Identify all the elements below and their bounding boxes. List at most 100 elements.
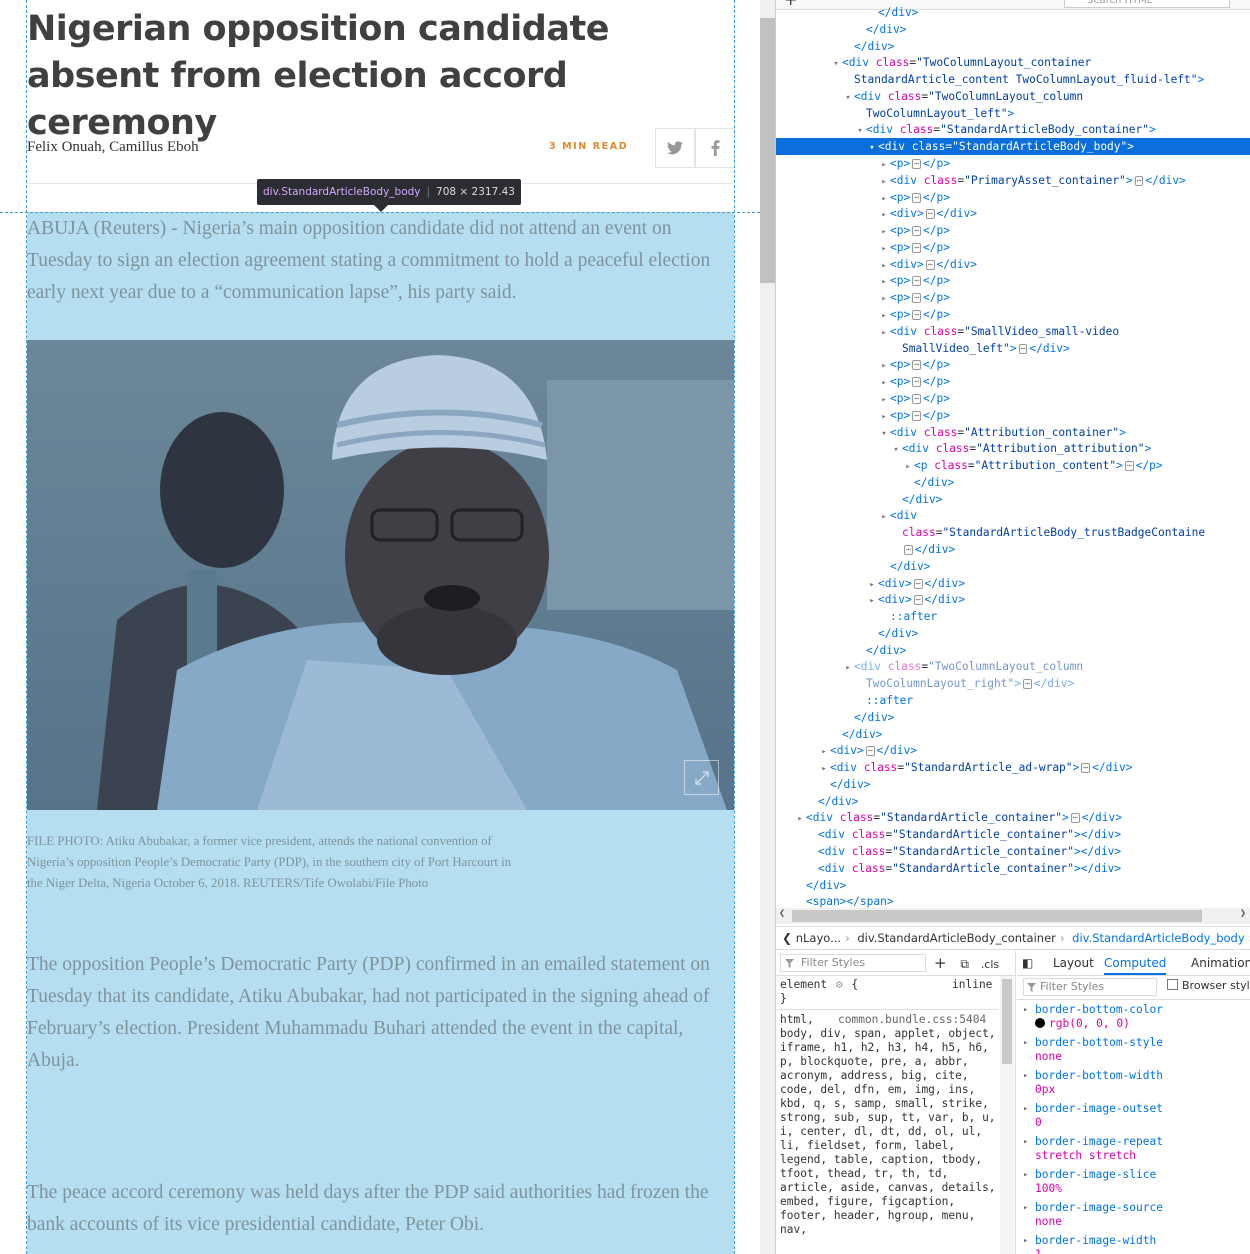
markup-node[interactable]: TwoColumnLayout_right"> ⋯ </div> xyxy=(776,675,1250,692)
expand-twisty-icon[interactable]: ▸ xyxy=(1023,1170,1028,1180)
markup-node-text: <div class="StandardArticle_ad-wrap"> ⋯ </… xyxy=(830,761,1133,775)
toggle-pseudo-class-icon[interactable]: ⧉ xyxy=(960,957,969,971)
tab-animations[interactable]: Animations xyxy=(1191,951,1250,975)
markup-node[interactable]: ▸ <div class="PrimaryAsset_container"> ⋯ </… xyxy=(776,172,1250,189)
markup-node[interactable]: ▸ <div class="StandardArticle_ad-wrap"> ⋯ <… xyxy=(776,759,1250,776)
markup-node[interactable]: </div> xyxy=(776,491,1250,508)
markup-node[interactable]: ▸ <div> ⋯ </div> xyxy=(776,742,1250,759)
markup-node[interactable]: ▾ <div class="StandardArticleBody_contain… xyxy=(776,121,1250,138)
markup-node[interactable]: ::after xyxy=(776,608,1250,625)
markup-node[interactable]: ▸ <p> ⋯ </p> xyxy=(776,272,1250,289)
add-rule-icon[interactable]: + xyxy=(934,954,947,972)
markup-node[interactable]: </div> xyxy=(776,726,1250,743)
tab-computed[interactable]: Computed xyxy=(1104,951,1167,975)
markup-node[interactable]: ▸ <div> ⋯ </div> xyxy=(776,205,1250,222)
article-photo[interactable] xyxy=(27,340,734,810)
rule-source-link[interactable]: common.bundle.css:5404 xyxy=(838,1013,986,1027)
markup-node[interactable]: ::after xyxy=(776,692,1250,709)
markup-node[interactable]: </div> xyxy=(776,793,1250,810)
photo-image xyxy=(27,340,734,810)
markup-node[interactable]: </div> xyxy=(776,38,1250,55)
markup-node[interactable]: </div> xyxy=(776,558,1250,575)
rules-scrollbar-thumb[interactable] xyxy=(1002,979,1012,1064)
expand-photo-button[interactable] xyxy=(684,760,719,795)
markup-node[interactable]: </div> xyxy=(776,642,1250,659)
tooltip-size: 708 × 2317.43 xyxy=(436,186,515,198)
breadcrumb-back-icon[interactable]: ❮ xyxy=(782,931,792,945)
markup-node[interactable]: </div> xyxy=(776,21,1250,38)
expand-twisty-icon[interactable]: ▸ xyxy=(1023,1104,1028,1114)
scroll-left-icon[interactable]: ❮ xyxy=(779,908,785,919)
markup-node[interactable]: </div> xyxy=(776,877,1250,894)
markup-node[interactable]: </div> xyxy=(776,625,1250,642)
markup-node[interactable]: ▸ <p class="Attribution_content"> ⋯ </p> xyxy=(776,457,1250,474)
markup-node[interactable]: ⋯ </div> xyxy=(776,541,1250,558)
computed-property-name[interactable]: border-image-source xyxy=(1035,1201,1163,1215)
markup-node[interactable]: ▸ <p> ⋯ </p> xyxy=(776,356,1250,373)
scroll-right-icon[interactable]: ❯ xyxy=(1240,908,1246,919)
markup-node[interactable]: </div> xyxy=(776,474,1250,491)
markup-node[interactable]: ▸ <p> ⋯ </p> xyxy=(776,407,1250,424)
expand-twisty-icon[interactable]: ▸ xyxy=(1023,1071,1028,1081)
markup-node[interactable]: ▸ <div> ⋯ </div> xyxy=(776,256,1250,273)
markup-node[interactable]: </div> xyxy=(776,776,1250,793)
cls-toggle-button[interactable]: .cls xyxy=(981,958,999,971)
markup-node[interactable]: ▾ <div class="Attribution_attribution"> xyxy=(776,440,1250,457)
computed-property-name[interactable]: border-image-repeat xyxy=(1035,1135,1163,1149)
markup-node[interactable]: ▸ <p> ⋯ </p> xyxy=(776,306,1250,323)
breadcrumb-item[interactable]: div.StandardArticleBody_container xyxy=(857,931,1056,945)
markup-node[interactable]: ▸ <p> ⋯ </p> xyxy=(776,222,1250,239)
computed-property-name[interactable]: border-image-slice xyxy=(1035,1168,1156,1182)
computed-property-name[interactable]: border-bottom-width xyxy=(1035,1069,1163,1083)
checkbox-box[interactable] xyxy=(1167,979,1178,990)
markup-node[interactable]: StandardArticle_content TwoColumnLayout_… xyxy=(776,71,1250,88)
markup-node[interactable]: ▾ <div class="TwoColumnLayout_column xyxy=(776,88,1250,105)
markup-node[interactable]: ▸ <div> ⋯ </div> xyxy=(776,591,1250,608)
markup-node[interactable]: <div class="StandardArticle_container"><… xyxy=(776,860,1250,877)
browser-styles-checkbox[interactable]: Browser styles xyxy=(1167,979,1250,992)
markup-node[interactable]: ▸ <div class="TwoColumnLayout_column xyxy=(776,658,1250,675)
twitter-share-button[interactable] xyxy=(655,128,695,168)
markup-node[interactable]: ▸ <p> ⋯ </p> xyxy=(776,239,1250,256)
markup-node[interactable]: class="StandardArticleBody_trustBadgeCon… xyxy=(776,524,1250,541)
tab-layout[interactable]: Layout xyxy=(1053,951,1094,975)
markup-node[interactable]: ▾ <div class="Attribution_container"> xyxy=(776,424,1250,441)
markup-node[interactable]: ▸ <p> ⋯ </p> xyxy=(776,189,1250,206)
markup-node[interactable]: ▸ <div> ⋯ </div> xyxy=(776,575,1250,592)
markup-node[interactable]: TwoColumnLayout_left"> xyxy=(776,105,1250,122)
markup-node[interactable]: ▾ <div class="TwoColumnLayout_container xyxy=(776,54,1250,71)
markup-node[interactable]: ▸ <div class="StandardArticle_container">… xyxy=(776,809,1250,826)
markup-node[interactable]: SmallVideo_left"> ⋯ </div> xyxy=(776,340,1250,357)
computed-property-name[interactable]: border-image-outset xyxy=(1035,1102,1163,1116)
markup-node[interactable]: ▸ <p> ⋯ </p> xyxy=(776,289,1250,306)
expand-twisty-icon[interactable]: ▸ xyxy=(1023,1236,1028,1246)
markup-node[interactable]: ▸ <p> ⋯ </p> xyxy=(776,390,1250,407)
expand-twisty-icon[interactable]: ▸ xyxy=(1023,1137,1028,1147)
markup-node[interactable]: ▸ <div class="SmallVideo_small-video xyxy=(776,323,1250,340)
facebook-share-button[interactable] xyxy=(695,128,735,168)
computed-filter-input[interactable]: Filter Styles xyxy=(1023,978,1157,996)
expand-twisty-icon[interactable]: ▸ xyxy=(1023,1038,1028,1048)
breadcrumb-item-active[interactable]: div.StandardArticleBody_body xyxy=(1072,931,1245,945)
markup-node[interactable]: <div class="StandardArticle_container"><… xyxy=(776,843,1250,860)
expand-twisty-icon[interactable]: ▸ xyxy=(1023,1005,1028,1015)
computed-property-name[interactable]: border-image-width xyxy=(1035,1234,1156,1248)
markup-node[interactable]: ▸ <p> ⋯ </p> xyxy=(776,373,1250,390)
rules-filter-input[interactable]: Filter Styles xyxy=(780,954,926,972)
markup-node-selected[interactable]: ▾ <div class="StandardArticleBody_body"> xyxy=(776,138,1250,156)
markup-node[interactable]: </div> xyxy=(776,4,1250,21)
color-swatch-icon[interactable] xyxy=(1035,1018,1045,1028)
page-scrollbar-thumb[interactable] xyxy=(760,18,775,283)
markup-node[interactable]: <div class="StandardArticle_container"><… xyxy=(776,826,1250,843)
markup-node[interactable]: ▸ <p> ⋯ </p> xyxy=(776,155,1250,172)
markup-scroll-thumb[interactable] xyxy=(792,910,1202,922)
expand-twisty-icon[interactable]: ▸ xyxy=(1023,1203,1028,1213)
breadcrumb-item[interactable]: nLayo... xyxy=(796,931,841,945)
inline-source-label[interactable]: inline xyxy=(952,978,992,992)
markup-node[interactable]: </div> xyxy=(776,709,1250,726)
layout-view-icon[interactable]: ◧ xyxy=(1022,951,1033,975)
computed-property-name[interactable]: border-bottom-style xyxy=(1035,1036,1163,1050)
markup-node[interactable]: ▸ <div xyxy=(776,507,1250,524)
computed-property-name[interactable]: border-bottom-color xyxy=(1035,1003,1163,1017)
article-byline[interactable]: Felix Onuah, Camillus Eboh xyxy=(27,139,199,156)
